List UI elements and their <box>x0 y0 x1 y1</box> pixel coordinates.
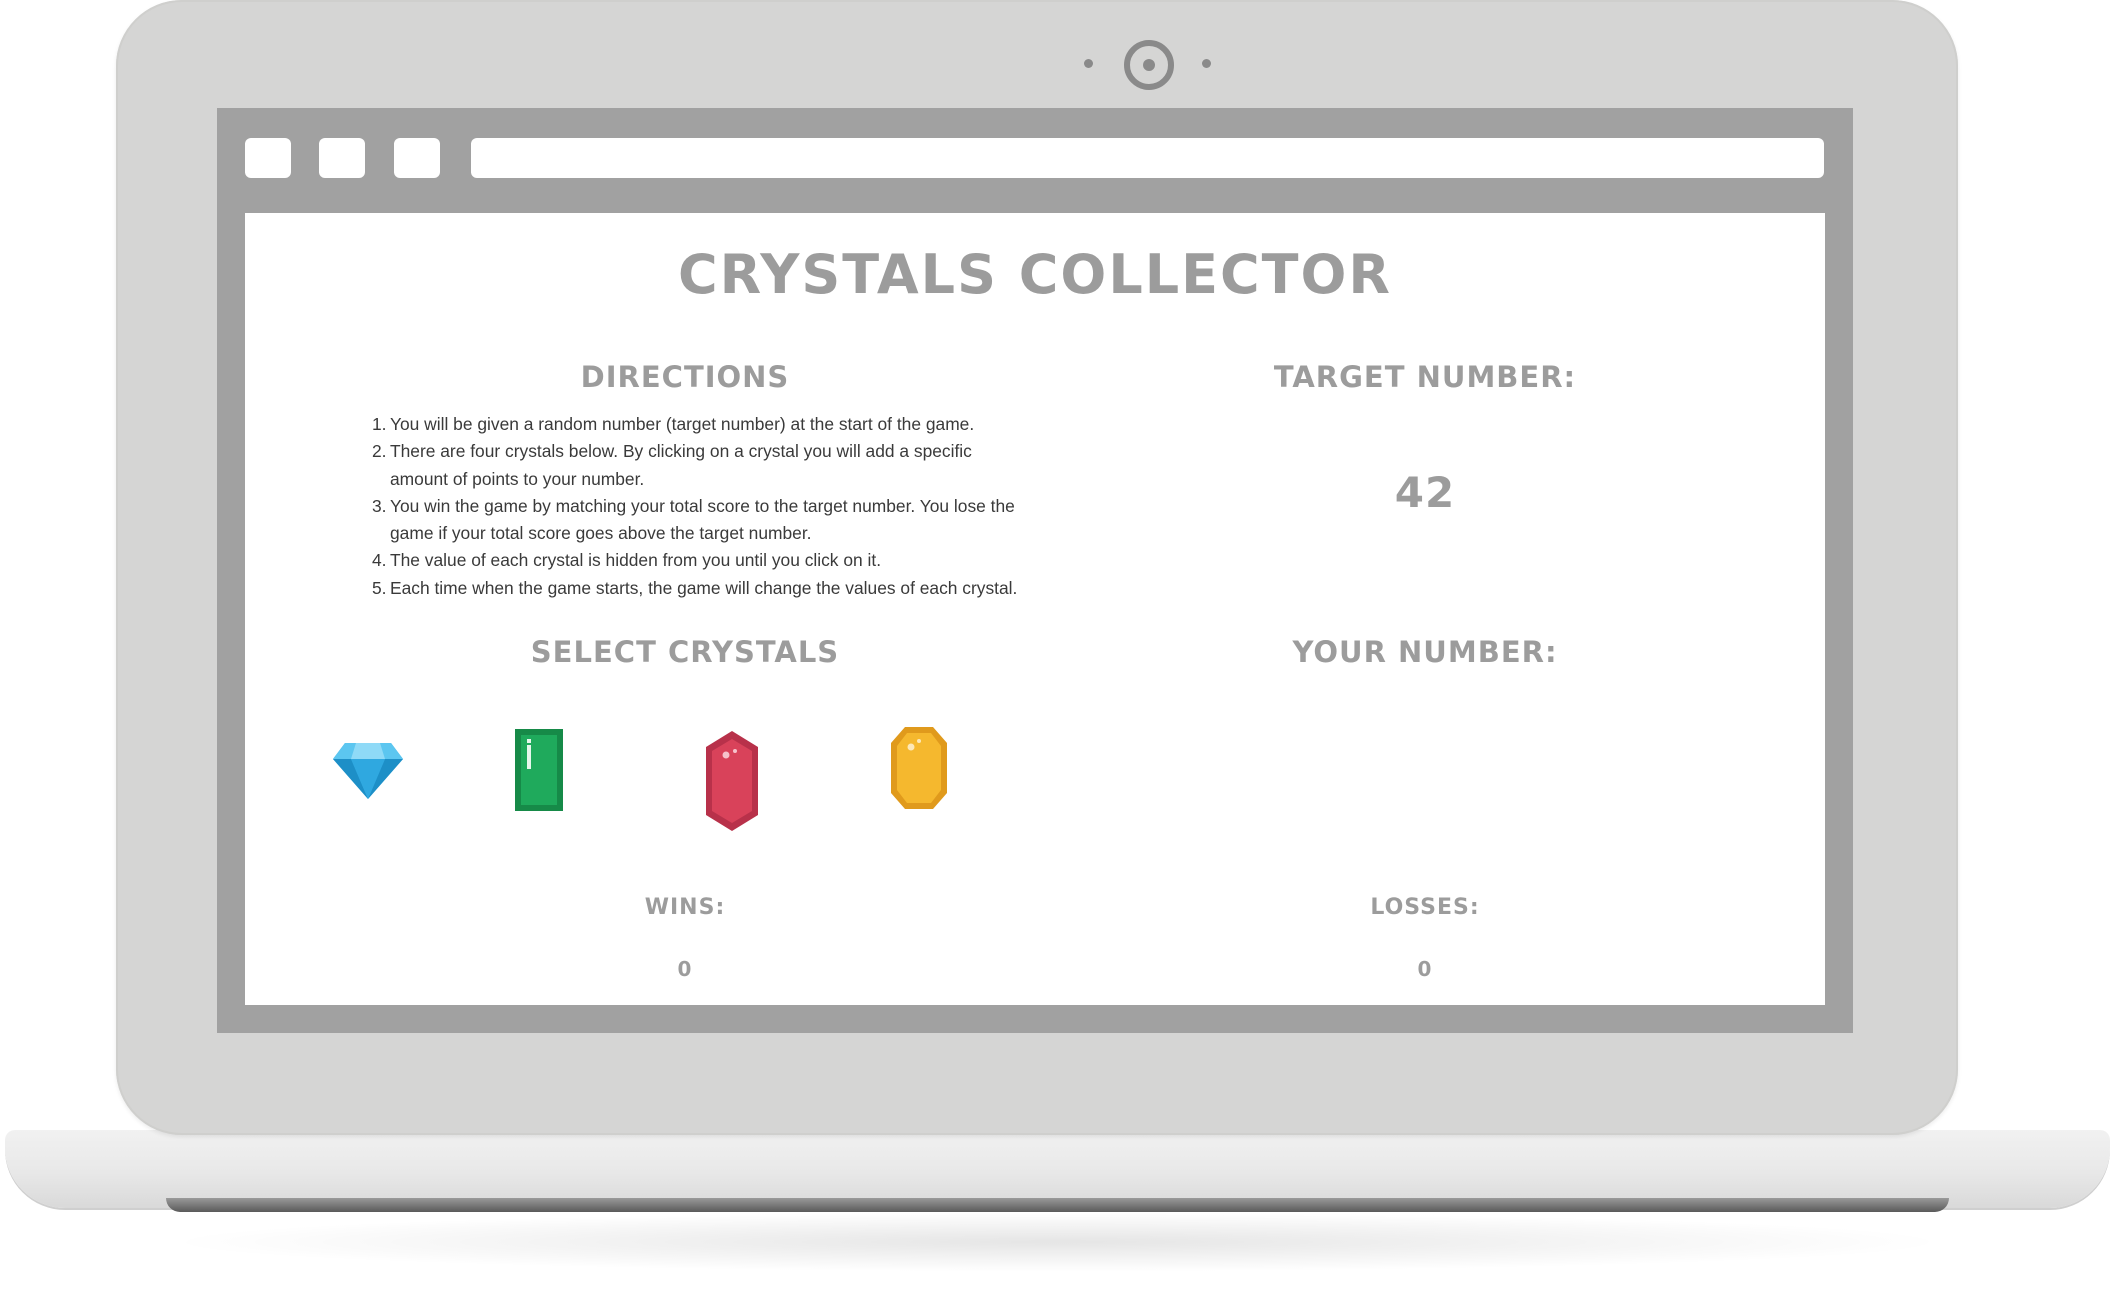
laptop-base <box>5 1130 2110 1208</box>
direction-number: 1. <box>372 414 387 434</box>
direction-text: The value of each crystal is hidden from… <box>390 550 882 571</box>
yellow-topaz-crystal-icon <box>891 727 947 809</box>
direction-number: 2. <box>372 441 387 462</box>
laptop-base-lip <box>166 1198 1949 1212</box>
wins-heading: Wins: <box>644 895 726 920</box>
direction-text: You will be given a random number (targe… <box>390 414 975 434</box>
target-number-value: 42 <box>1394 468 1456 517</box>
crystal-button-yellow[interactable] <box>891 727 947 809</box>
window-button-1[interactable] <box>245 138 291 178</box>
direction-text: You win the game by matching your total … <box>390 495 1015 544</box>
direction-text: Each time when the game starts, the game… <box>390 577 1018 598</box>
losses-heading: Losses: <box>1370 895 1480 920</box>
crystal-button-blue[interactable] <box>333 743 403 799</box>
losses-value: 0 <box>1417 957 1433 981</box>
direction-number: 3. <box>372 495 387 516</box>
direction-number: 5. <box>372 577 387 598</box>
select-crystals-heading: Select Crystals <box>530 635 840 669</box>
direction-item: 1. You will be given a random number (ta… <box>372 411 1032 438</box>
green-emerald-crystal-icon <box>515 729 563 811</box>
direction-text: There are four crystals below. By clicki… <box>390 441 972 489</box>
red-ruby-crystal-icon <box>706 731 758 831</box>
crystal-button-red[interactable] <box>706 731 758 831</box>
game-title: Crystals Collector <box>678 243 1392 306</box>
sensor-dot-right <box>1202 59 1211 68</box>
directions-list: 1. You will be given a random number (ta… <box>372 411 1032 602</box>
directions-heading: Directions <box>580 360 790 394</box>
wins-value: 0 <box>677 957 693 981</box>
laptop-shadow <box>160 1212 1955 1272</box>
address-bar[interactable] <box>471 138 1824 178</box>
page-viewport: Crystals Collector Directions 1. You wil… <box>245 213 1825 1005</box>
your-number-heading: Your Number: <box>1292 635 1558 669</box>
direction-item: 2. There are four crystals below. By cli… <box>372 438 1032 493</box>
browser-window: Crystals Collector Directions 1. You wil… <box>217 108 1853 1033</box>
window-button-2[interactable] <box>319 138 365 178</box>
laptop-mockup: Crystals Collector Directions 1. You wil… <box>0 0 2115 1300</box>
crystal-button-green[interactable] <box>515 729 563 811</box>
window-button-3[interactable] <box>394 138 440 178</box>
target-number-heading: Target Number: <box>1273 360 1577 394</box>
direction-number: 4. <box>372 550 387 571</box>
direction-item: 5. Each time when the game starts, the g… <box>372 575 1032 602</box>
sensor-dot-left <box>1084 59 1093 68</box>
direction-item: 3. You win the game by matching your tot… <box>372 493 1032 548</box>
blue-diamond-crystal-icon <box>333 743 403 799</box>
webcam-icon <box>1124 40 1174 90</box>
direction-item: 4. The value of each crystal is hidden f… <box>372 547 1032 574</box>
